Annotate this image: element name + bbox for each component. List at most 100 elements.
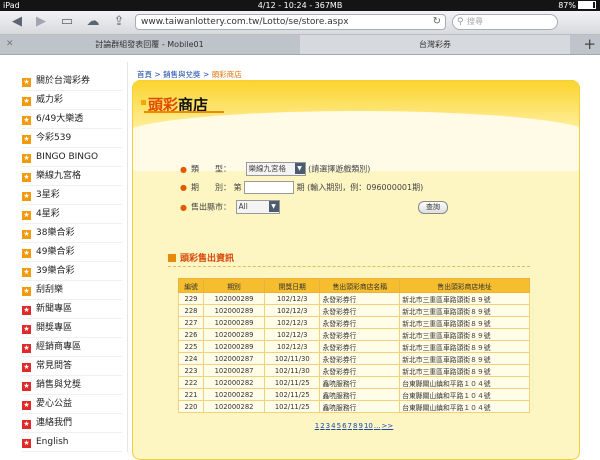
type-label: 類 型： <box>190 164 231 174</box>
page-link[interactable]: 5 <box>337 422 341 430</box>
bullet-icon: ● <box>180 183 187 192</box>
table-cell: 226 <box>178 328 204 341</box>
bookmarks-icon[interactable]: ▭ <box>58 14 76 30</box>
sidebar-item[interactable]: ★ 新聞專區 <box>22 300 122 319</box>
table-cell: 102000287 <box>202 352 266 365</box>
url-text: www.taiwanlottery.com.tw/Lotto/se/store.… <box>141 17 349 27</box>
table-cell: 223 <box>178 364 204 377</box>
sidebar-item-label: 開獎專區 <box>36 323 73 333</box>
sidebar-item[interactable]: ★ English <box>22 433 122 452</box>
table-cell: 102/11/25 <box>264 388 321 401</box>
page-link[interactable]: 8 <box>353 422 357 430</box>
sidebar-item-label: 38樂合彩 <box>36 228 75 238</box>
sidebar-item[interactable]: ★ 愛心公益 <box>22 395 122 414</box>
sidebar-item-label: 39樂合彩 <box>36 266 75 276</box>
star-icon: ★ <box>22 173 31 182</box>
period-hint: 期 (輸入期別，例：096000001期) <box>296 183 424 192</box>
sidebar-item[interactable]: ★ 開獎專區 <box>22 319 122 338</box>
table-cell: 永發彩券行 <box>319 316 401 329</box>
table-row: 223 102000287 102/11/30 永發彩券行 新北市三重區車路頭街８９號 <box>178 364 530 377</box>
star-icon: ★ <box>22 382 31 391</box>
battery-icon <box>578 1 596 9</box>
star-icon: ★ <box>22 344 31 353</box>
breadcrumb-sep: > <box>200 70 212 79</box>
sidebar-item-label: 49樂合彩 <box>36 247 75 257</box>
share-icon[interactable]: ⇪ <box>110 14 128 30</box>
icloud-icon[interactable]: ☁ <box>84 14 102 30</box>
table-cell: 永發彩券行 <box>319 304 401 317</box>
city-select[interactable]: All ▼ <box>235 200 280 214</box>
page-link[interactable]: 10 <box>364 422 373 430</box>
table-cell: 台東縣關山鎮和平路１０４號 <box>399 376 530 389</box>
divider <box>127 62 128 452</box>
sidebar-item-label: BINGO BINGO <box>36 152 99 162</box>
tab-taiwan-lottery[interactable]: 台灣彩券 <box>300 35 570 54</box>
query-button[interactable]: 查詢 <box>418 201 448 214</box>
sidebar-item[interactable]: ★ 39樂合彩 <box>22 262 122 281</box>
star-icon: ★ <box>22 420 31 429</box>
page-link[interactable]: 7 <box>348 422 352 430</box>
sidebar-item-label: 刮刮樂 <box>36 285 64 295</box>
table-cell: 102000287 <box>202 364 266 377</box>
page-link[interactable]: ... <box>374 422 381 430</box>
battery-percent: 87% <box>558 1 576 10</box>
table-cell: 鑫喨服務行 <box>319 376 401 389</box>
sidebar-item[interactable]: ★ 38樂合彩 <box>22 224 122 243</box>
sidebar-item[interactable]: ★ 關於台灣彩券 <box>22 72 122 91</box>
type-select[interactable]: 樂線九宮格 ▼ <box>245 162 306 176</box>
tab-mobile01[interactable]: ✕ 討論群組發表回覆 - Mobile01 <box>0 35 299 54</box>
table-cell: 102/12/3 <box>264 328 321 341</box>
sidebar-item[interactable]: ★ 今彩539 <box>22 129 122 148</box>
table-cell: 102/11/25 <box>264 400 321 413</box>
star-icon: ★ <box>22 154 31 163</box>
table-cell: 102000289 <box>202 340 266 353</box>
sidebar-item[interactable]: ★ 威力彩 <box>22 91 122 110</box>
type-select-value: 樂線九宮格 <box>248 164 287 173</box>
sidebar-item[interactable]: ★ 連絡我們 <box>22 414 122 433</box>
search-input[interactable]: ⚲ 搜尋 <box>452 14 558 30</box>
breadcrumb-current: 頭彩商店 <box>211 70 242 79</box>
bullet-icon: ● <box>180 164 187 174</box>
sidebar-item[interactable]: ★ 銷售與兌獎 <box>22 376 122 395</box>
page-link[interactable]: 2 <box>320 422 324 430</box>
back-icon[interactable]: ◀ <box>8 14 26 30</box>
page-link[interactable]: >> <box>382 422 394 430</box>
forward-icon[interactable]: ▶ <box>32 14 50 30</box>
table-cell: 102/12/3 <box>264 292 321 305</box>
star-icon: ★ <box>22 363 31 372</box>
sidebar-item[interactable]: ★ 常見問答 <box>22 357 122 376</box>
reload-icon[interactable]: ↻ <box>433 15 441 29</box>
close-tab-icon[interactable]: ✕ <box>6 35 14 54</box>
breadcrumb-parent[interactable]: 銷售與兌獎 <box>163 70 201 79</box>
table-cell: 102000289 <box>202 304 266 317</box>
page-link[interactable]: 3 <box>326 422 330 430</box>
page-link[interactable]: 6 <box>342 422 346 430</box>
breadcrumb-home[interactable]: 首頁 <box>137 70 152 79</box>
page-link[interactable]: 9 <box>358 422 362 430</box>
sidebar-item[interactable]: ★ 49樂合彩 <box>22 243 122 262</box>
page-link[interactable]: 1 <box>315 422 319 430</box>
period-input[interactable] <box>244 181 295 194</box>
tab-bar: ✕ 討論群組發表回覆 - Mobile01 台灣彩券 + <box>0 35 600 55</box>
sidebar-item-label: 新聞專區 <box>36 304 73 314</box>
star-icon: ★ <box>22 116 31 125</box>
table-cell: 102000289 <box>202 328 266 341</box>
star-icon: ★ <box>22 97 31 106</box>
address-bar[interactable]: www.taiwanlottery.com.tw/Lotto/se/store.… <box>135 14 446 30</box>
sidebar-item[interactable]: ★ 樂線九宮格 <box>22 167 122 186</box>
sidebar-item[interactable]: ★ 4星彩 <box>22 205 122 224</box>
sidebar-item[interactable]: ★ 刮刮樂 <box>22 281 122 300</box>
sidebar-item[interactable]: ★ 6/49大樂透 <box>22 110 122 129</box>
new-tab-icon[interactable]: + <box>583 35 596 53</box>
section-bullet-icon <box>168 254 176 262</box>
page-link[interactable]: 4 <box>331 422 335 430</box>
table-row: 221 102000282 102/11/25 鑫喨服務行 台東縣關山鎮和平路１０４號 <box>178 388 530 401</box>
section-divider <box>168 266 530 267</box>
sidebar-item[interactable]: ★ 3星彩 <box>22 186 122 205</box>
sidebar-item-label: 4星彩 <box>36 209 60 219</box>
city-label: 售出縣市： <box>190 202 231 212</box>
sidebar-item[interactable]: ★ BINGO BINGO <box>22 148 122 167</box>
sidebar-nav: ★ 關於台灣彩券 ★ 威力彩 ★ 6/49大樂透 ★ 今彩539 ★ BINGO BINGO ★ 樂線… <box>22 72 122 452</box>
sidebar-item[interactable]: ★ 經銷商專區 <box>22 338 122 357</box>
table-cell: 102/11/30 <box>264 364 321 377</box>
